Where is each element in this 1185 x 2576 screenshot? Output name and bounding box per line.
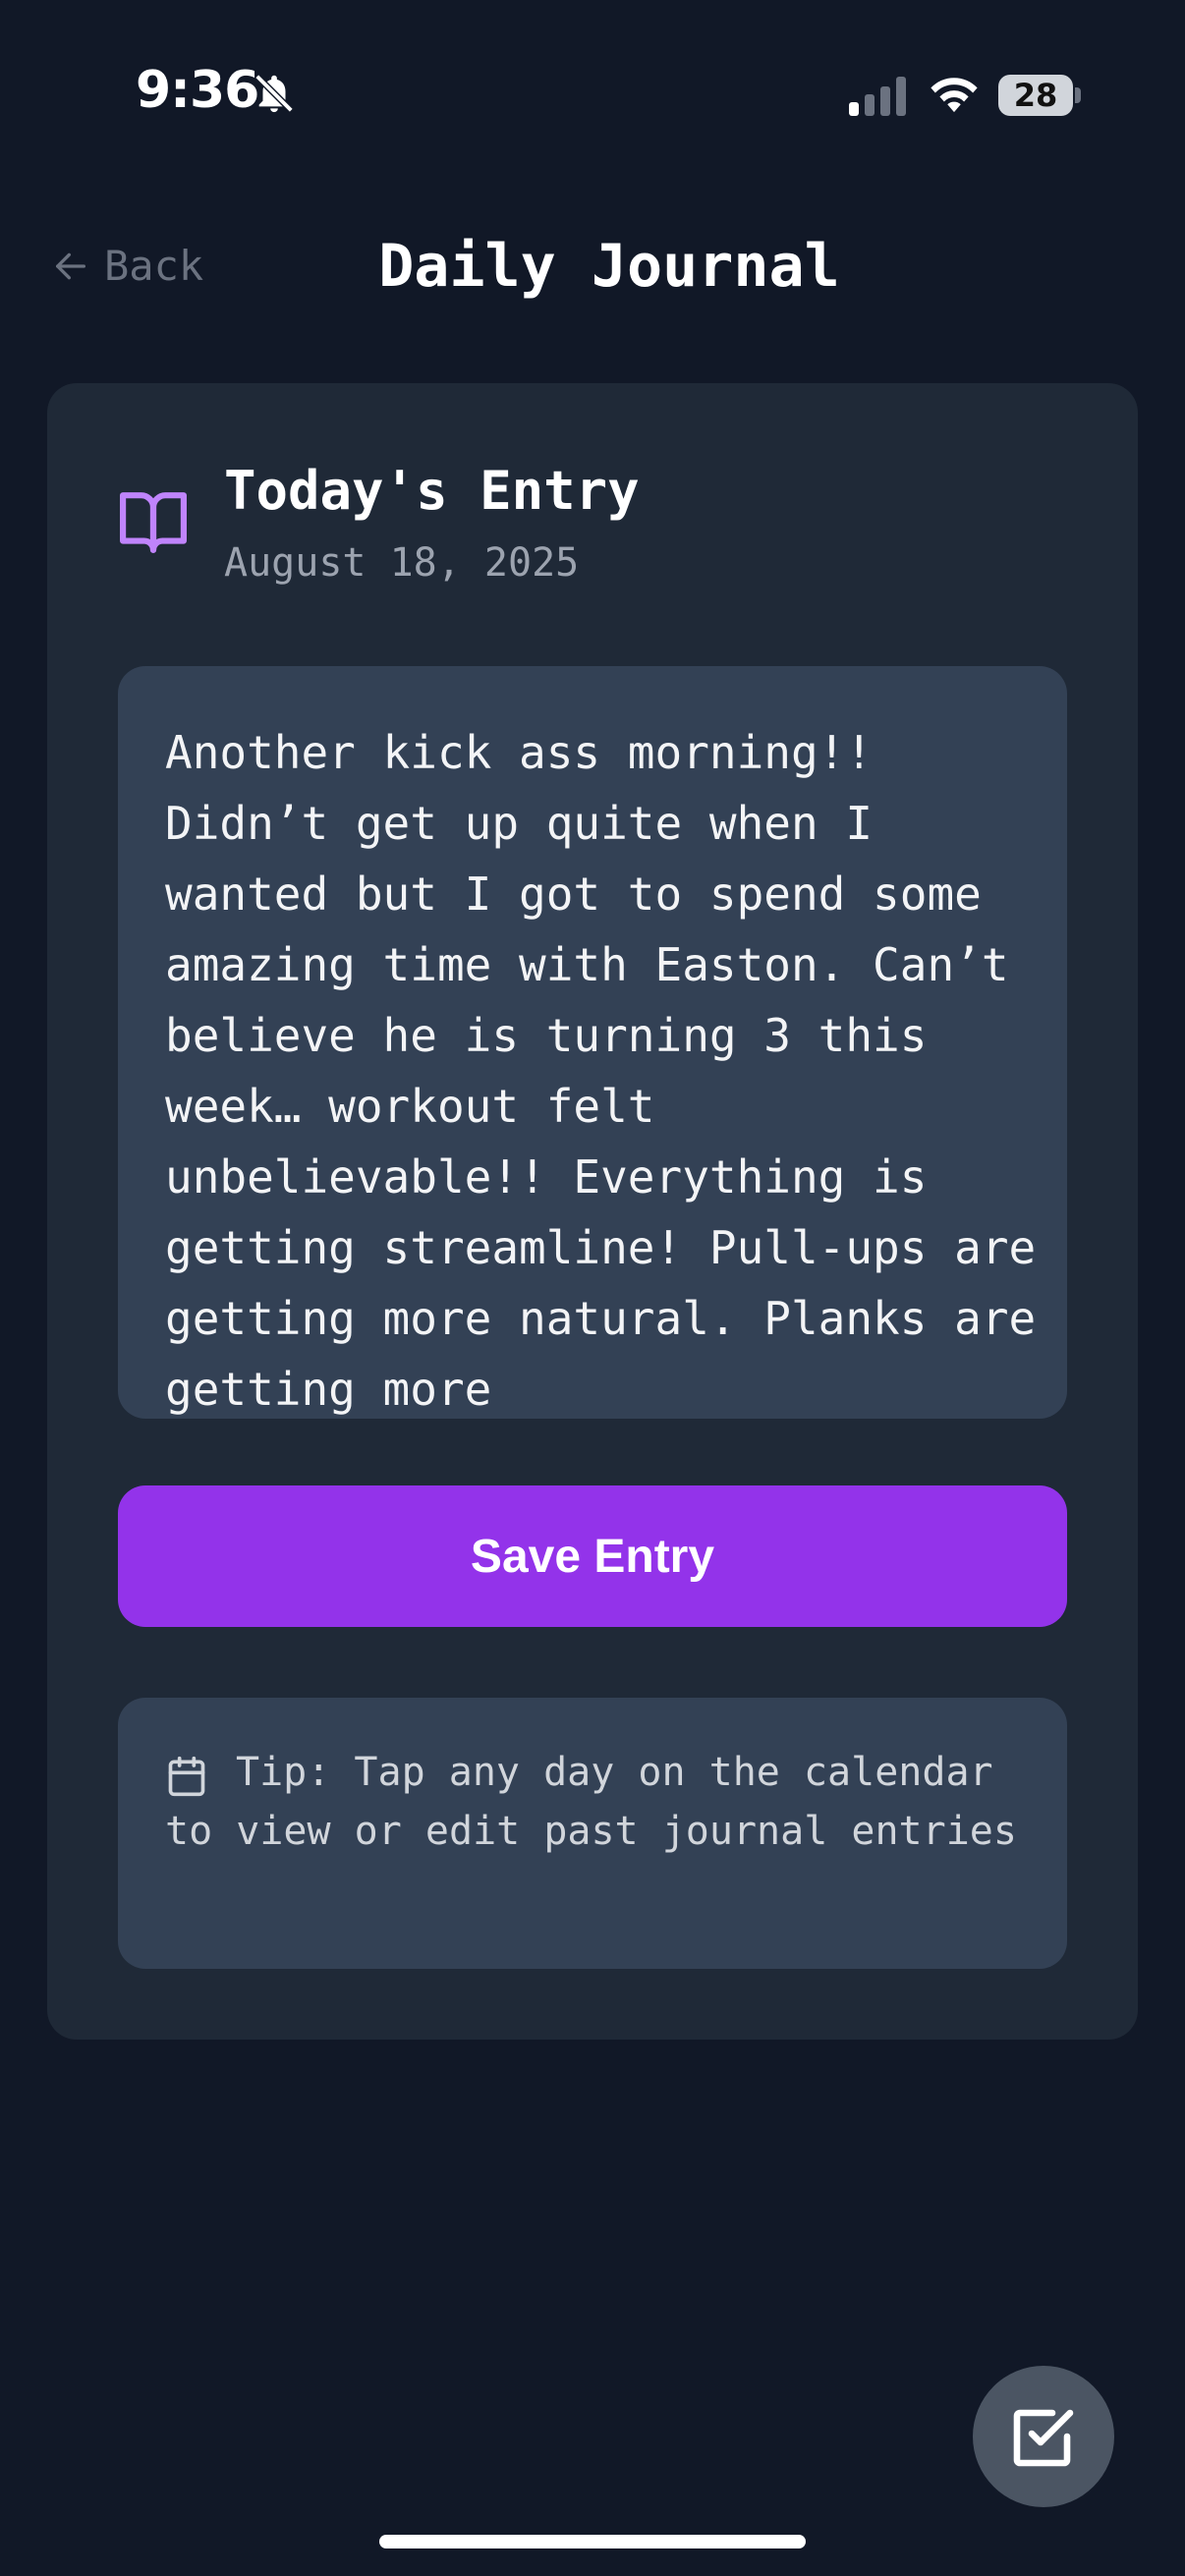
- bell-off-icon: [254, 74, 294, 113]
- save-entry-button[interactable]: Save Entry: [118, 1485, 1067, 1627]
- check-square-icon: [1013, 2409, 1074, 2467]
- home-indicator: [379, 2535, 806, 2548]
- new-entry-fab[interactable]: [973, 2366, 1114, 2507]
- status-time: 9:36: [136, 61, 259, 120]
- book-open-icon: [120, 492, 187, 553]
- battery-icon: 28: [998, 75, 1081, 116]
- signal-icon: [849, 77, 906, 116]
- journal-text[interactable]: Another kick ass morning!! Didn’t get up…: [165, 717, 1049, 1419]
- entry-date: August 18, 2025: [224, 540, 580, 586]
- tip-text: Tip: Tap any day on the calendar to view…: [165, 1750, 1017, 1854]
- page-title: Daily Journal: [378, 232, 840, 301]
- wifi-icon: [931, 78, 978, 113]
- journal-textarea[interactable]: Another kick ass morning!! Didn’t get up…: [118, 666, 1067, 1419]
- tip-box: Tip: Tap any day on the calendar to view…: [118, 1698, 1067, 1969]
- entry-title: Today's Entry: [224, 460, 640, 522]
- battery-level: 28: [998, 75, 1073, 116]
